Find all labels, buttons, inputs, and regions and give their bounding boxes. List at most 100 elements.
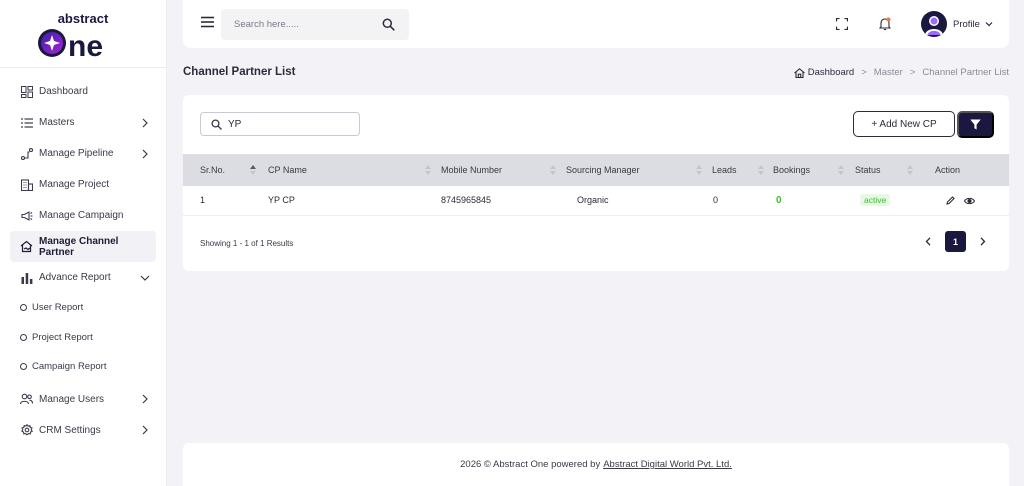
breadcrumb-item-master[interactable]: Master bbox=[874, 67, 903, 78]
sidebar-subitem-label: Project Report bbox=[32, 331, 93, 343]
sidebar-item-campaign[interactable]: Manage Campaign bbox=[10, 200, 156, 231]
column-header-bookings[interactable]: Bookings bbox=[773, 154, 855, 186]
footer-text: 2026 © Abstract One powered by bbox=[460, 459, 601, 470]
sidebar-subitem-user-report[interactable]: User Report bbox=[10, 293, 156, 323]
search-placeholder: Search here..... bbox=[234, 19, 299, 30]
circle-bullet-icon bbox=[20, 304, 27, 312]
search-icon bbox=[211, 119, 222, 130]
sidebar-item-label: Manage Channel Partner bbox=[39, 235, 119, 258]
sidebar-item-dashboard[interactable]: Dashboard bbox=[10, 76, 156, 107]
sort-ascending-icon[interactable] bbox=[250, 165, 256, 175]
sidebar-item-channel-partner[interactable]: Manage Channel Partner bbox=[10, 231, 156, 262]
pagination: 1 bbox=[918, 231, 993, 252]
sidebar-item-label: Manage Users bbox=[39, 393, 105, 405]
next-page-button[interactable] bbox=[972, 231, 993, 252]
hamburger-menu-icon[interactable] bbox=[201, 16, 214, 28]
column-header-cp-name[interactable]: CP Name bbox=[268, 154, 441, 186]
list-icon bbox=[20, 116, 33, 129]
sidebar-item-label: Manage Campaign bbox=[39, 210, 124, 221]
table-header-row: Sr.No. CP Name Mobile Number Sourcing Ma… bbox=[183, 154, 1009, 186]
page-title: Channel Partner List bbox=[183, 66, 296, 78]
table-row[interactable]: 1 YP CP 8745965845 Organic 0 0 active bbox=[183, 186, 1009, 215]
column-header-label: Status bbox=[855, 165, 881, 175]
notification-bell-icon[interactable] bbox=[879, 17, 891, 31]
add-new-cp-button[interactable]: + Add New CP bbox=[853, 111, 955, 137]
breadcrumb-separator: > bbox=[909, 67, 916, 78]
fullscreen-icon[interactable] bbox=[836, 18, 848, 30]
search-icon[interactable] bbox=[382, 18, 395, 31]
channel-partner-card: YP + Add New CP Sr.No. CP Name Mobile Nu… bbox=[183, 95, 1009, 271]
brand-logo[interactable]: abstract ne bbox=[0, 0, 166, 68]
column-header-label: Leads bbox=[712, 165, 737, 175]
pagination-summary: Showing 1 - 1 of 1 Results bbox=[200, 239, 294, 248]
svg-text:ne: ne bbox=[68, 30, 103, 59]
sidebar-item-pipeline[interactable]: Manage Pipeline bbox=[10, 138, 156, 169]
sort-icon[interactable] bbox=[838, 165, 844, 175]
chevron-down-icon[interactable] bbox=[985, 20, 993, 28]
sidebar-subitem-project-report[interactable]: Project Report bbox=[10, 323, 156, 353]
cell-mobile: 8745965845 bbox=[441, 195, 492, 206]
sort-icon[interactable] bbox=[907, 165, 913, 175]
chevron-right-icon bbox=[142, 118, 148, 127]
column-header-label: CP Name bbox=[268, 165, 307, 175]
circle-bullet-icon bbox=[20, 333, 27, 341]
pipeline-icon bbox=[20, 147, 33, 160]
top-header: Search here..... Profile bbox=[183, 0, 1009, 48]
sort-icon[interactable] bbox=[696, 165, 702, 175]
sidebar-subitem-label: Campaign Report bbox=[32, 361, 107, 373]
table-search-value: YP bbox=[228, 119, 242, 130]
building-icon bbox=[20, 178, 33, 191]
sidebar-item-label: Advance Report bbox=[39, 272, 111, 283]
page-number-button[interactable]: 1 bbox=[945, 231, 966, 252]
sort-icon[interactable] bbox=[425, 165, 431, 175]
sidebar-nav: Dashboard Masters Manage Pipeline Manage… bbox=[0, 68, 166, 446]
dashboard-icon bbox=[20, 85, 33, 98]
bar-chart-icon bbox=[20, 271, 33, 284]
channel-partner-table: Sr.No. CP Name Mobile Number Sourcing Ma… bbox=[183, 154, 1009, 216]
sidebar-item-masters[interactable]: Masters bbox=[10, 107, 156, 138]
column-header-sr-no[interactable]: Sr.No. bbox=[183, 154, 268, 186]
filter-icon bbox=[970, 119, 981, 130]
circle-bullet-icon bbox=[20, 363, 27, 371]
cell-sr-no: 1 bbox=[200, 195, 206, 206]
column-header-mobile[interactable]: Mobile Number bbox=[441, 154, 566, 186]
column-header-label: Bookings bbox=[773, 165, 811, 175]
breadcrumb-home[interactable]: Dashboard bbox=[793, 67, 854, 78]
page-footer: 2026 © Abstract One powered by Abstract … bbox=[183, 443, 1009, 486]
column-header-label: Sourcing Manager bbox=[566, 165, 640, 175]
sidebar-item-label: CRM Settings bbox=[39, 424, 101, 436]
column-header-sourcing-manager[interactable]: Sourcing Manager bbox=[566, 154, 712, 186]
chevron-right-icon bbox=[142, 149, 148, 158]
handshake-icon bbox=[20, 240, 33, 253]
global-search-input[interactable]: Search here..... bbox=[221, 9, 409, 40]
column-header-leads[interactable]: Leads bbox=[712, 154, 773, 186]
users-icon bbox=[20, 393, 33, 406]
sidebar-item-project[interactable]: Manage Project bbox=[10, 169, 156, 200]
sidebar-item-users[interactable]: Manage Users bbox=[10, 384, 156, 415]
sort-icon[interactable] bbox=[758, 165, 764, 175]
sidebar: abstract ne Dashboard Masters Manage Pip… bbox=[0, 0, 167, 486]
cell-actions bbox=[935, 186, 1009, 215]
view-eye-icon[interactable] bbox=[963, 197, 975, 205]
edit-pencil-icon[interactable] bbox=[946, 196, 955, 206]
sidebar-item-label: Dashboard bbox=[39, 86, 88, 97]
sidebar-item-label: Masters bbox=[39, 117, 75, 128]
sidebar-item-advance-report[interactable]: Advance Report bbox=[10, 262, 156, 293]
chevron-left-icon bbox=[925, 237, 931, 246]
sidebar-subitem-campaign-report[interactable]: Campaign Report bbox=[10, 352, 156, 382]
sort-icon[interactable] bbox=[550, 165, 556, 175]
sidebar-subitem-label: User Report bbox=[32, 302, 84, 314]
cell-leads: 0 bbox=[713, 195, 719, 206]
breadcrumb-item-dashboard[interactable]: Dashboard bbox=[808, 67, 854, 78]
breadcrumb-item-current: Channel Partner List bbox=[922, 67, 1009, 78]
avatar[interactable] bbox=[921, 11, 947, 37]
table-search-input[interactable]: YP bbox=[200, 112, 360, 136]
sidebar-item-crm-settings[interactable]: CRM Settings bbox=[10, 415, 156, 446]
previous-page-button[interactable] bbox=[918, 231, 939, 252]
cell-status: active bbox=[855, 186, 935, 215]
filter-button[interactable] bbox=[957, 111, 994, 138]
column-header-label: Sr.No. bbox=[200, 165, 226, 175]
column-header-status[interactable]: Status bbox=[855, 154, 935, 186]
footer-company-link[interactable]: Abstract Digital World Pvt. Ltd. bbox=[603, 459, 732, 470]
profile-menu-label[interactable]: Profile bbox=[953, 19, 980, 30]
